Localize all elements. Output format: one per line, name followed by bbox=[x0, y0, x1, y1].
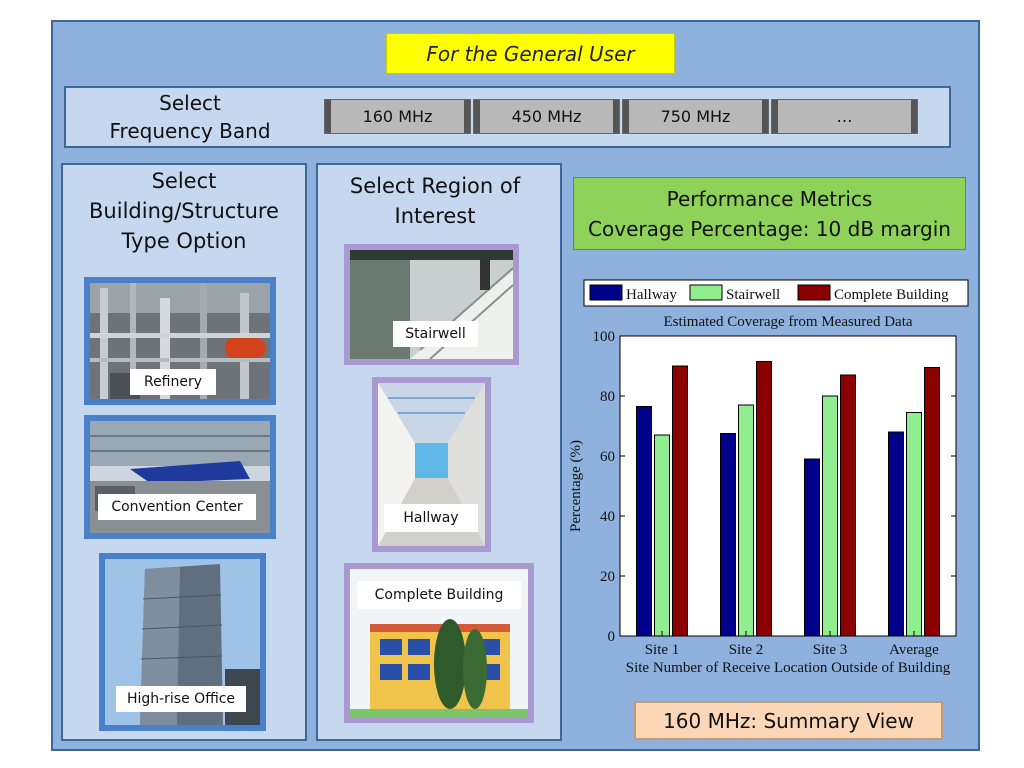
convention-center-label: Convention Center bbox=[98, 494, 256, 520]
bar-hallway-site-1 bbox=[636, 406, 652, 637]
y-tick-label: 60 bbox=[600, 449, 615, 465]
y-tick-label: 0 bbox=[608, 629, 616, 645]
refinery-label: Refinery bbox=[130, 369, 216, 395]
bar-stairwell-average bbox=[906, 412, 922, 637]
bar-stairwell-site-1 bbox=[654, 434, 670, 637]
bar-hallway-site-3 bbox=[804, 458, 820, 637]
y-tick-label: 80 bbox=[600, 389, 615, 405]
coverage-chart: Hallway Stairwell Complete Building Estima… bbox=[568, 279, 969, 676]
complete-building-label: Complete Building bbox=[357, 581, 521, 609]
freq-button-more[interactable]: … bbox=[771, 99, 918, 134]
y-tick-label: 100 bbox=[593, 329, 616, 345]
metrics-title: Performance Metrics bbox=[666, 187, 873, 211]
legend-label-complete-building: Complete Building bbox=[834, 287, 949, 303]
bar-complete-building-site-1 bbox=[672, 365, 688, 637]
building-title-line1: Select bbox=[151, 169, 217, 193]
plot-area bbox=[619, 335, 957, 637]
bar-stairwell-site-2 bbox=[738, 404, 754, 637]
freq-button-750[interactable]: 750 MHz bbox=[622, 99, 769, 134]
bar-stairwell-site-3 bbox=[822, 395, 838, 637]
region-title-line2: Interest bbox=[394, 204, 476, 228]
stairwell-label: Stairwell bbox=[393, 321, 478, 347]
frequency-title-line2: Frequency Band bbox=[109, 119, 271, 143]
building-title-line2: Building/Structure bbox=[89, 199, 279, 223]
x-tick-label: Site 3 bbox=[813, 642, 848, 658]
region-title: Select Region of Interest bbox=[320, 171, 550, 231]
bar-hallway-average bbox=[888, 431, 904, 637]
user-banner: For the General User bbox=[386, 33, 675, 74]
y-tick-label: 40 bbox=[600, 509, 615, 525]
bar-complete-building-site-3 bbox=[840, 374, 856, 637]
legend-label-hallway: Hallway bbox=[626, 287, 677, 303]
frequency-title-line1: Select bbox=[159, 91, 221, 115]
legend-label-stairwell: Stairwell bbox=[726, 287, 780, 303]
region-title-line1: Select Region of bbox=[349, 174, 521, 198]
legend-swatch-complete-building bbox=[797, 284, 831, 301]
freq-button-450[interactable]: 450 MHz bbox=[473, 99, 620, 134]
freq-button-160[interactable]: 160 MHz bbox=[324, 99, 471, 134]
bar-complete-building-site-2 bbox=[756, 361, 772, 637]
hallway-label: Hallway bbox=[384, 504, 478, 532]
x-axis-label: Site Number of Receive Location Outside … bbox=[626, 660, 951, 676]
convention-center-option[interactable] bbox=[84, 415, 276, 539]
high-rise-office-label: High-rise Office bbox=[116, 686, 246, 712]
legend-swatch-stairwell bbox=[689, 284, 723, 301]
chart-legend: Hallway Stairwell Complete Building bbox=[583, 279, 969, 307]
performance-metrics-box: Performance Metrics Coverage Percentage:… bbox=[573, 177, 966, 250]
y-tick-label: 20 bbox=[600, 569, 615, 585]
x-tick-label: Average bbox=[889, 642, 939, 658]
frequency-band-title: Select Frequency Band bbox=[90, 89, 290, 145]
summary-view-button[interactable]: 160 MHz: Summary View bbox=[634, 701, 943, 740]
building-type-title: Select Building/Structure Type Option bbox=[66, 166, 302, 256]
building-title-line3: Type Option bbox=[121, 229, 247, 253]
bar-complete-building-average bbox=[924, 367, 940, 637]
legend-swatch-hallway bbox=[589, 284, 623, 301]
chart-title: Estimated Coverage from Measured Data bbox=[663, 314, 912, 330]
bar-hallway-site-2 bbox=[720, 433, 736, 637]
y-axis-label: Percentage (%) bbox=[568, 440, 584, 532]
x-tick-label: Site 2 bbox=[729, 642, 764, 658]
metrics-subtitle: Coverage Percentage: 10 dB margin bbox=[588, 217, 951, 241]
x-tick-label: Site 1 bbox=[645, 642, 680, 658]
